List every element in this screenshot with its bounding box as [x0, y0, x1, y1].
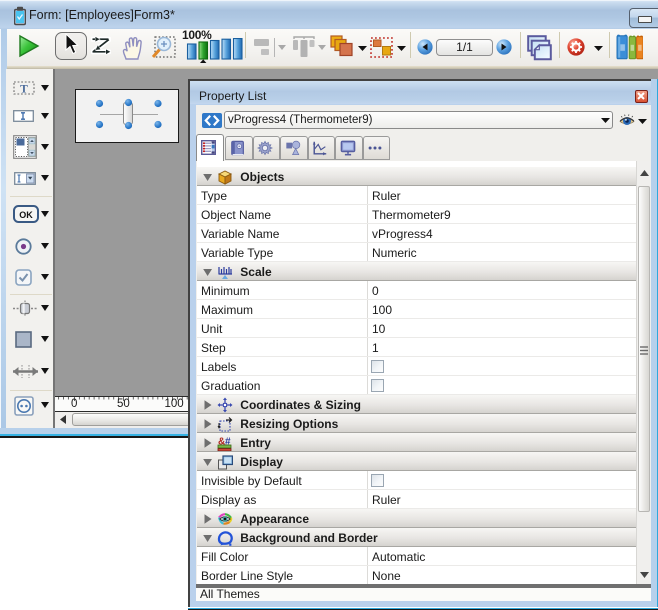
svg-text:#: #: [225, 436, 231, 447]
svg-text:OK: OK: [19, 210, 33, 220]
svg-text:T: T: [20, 84, 28, 96]
